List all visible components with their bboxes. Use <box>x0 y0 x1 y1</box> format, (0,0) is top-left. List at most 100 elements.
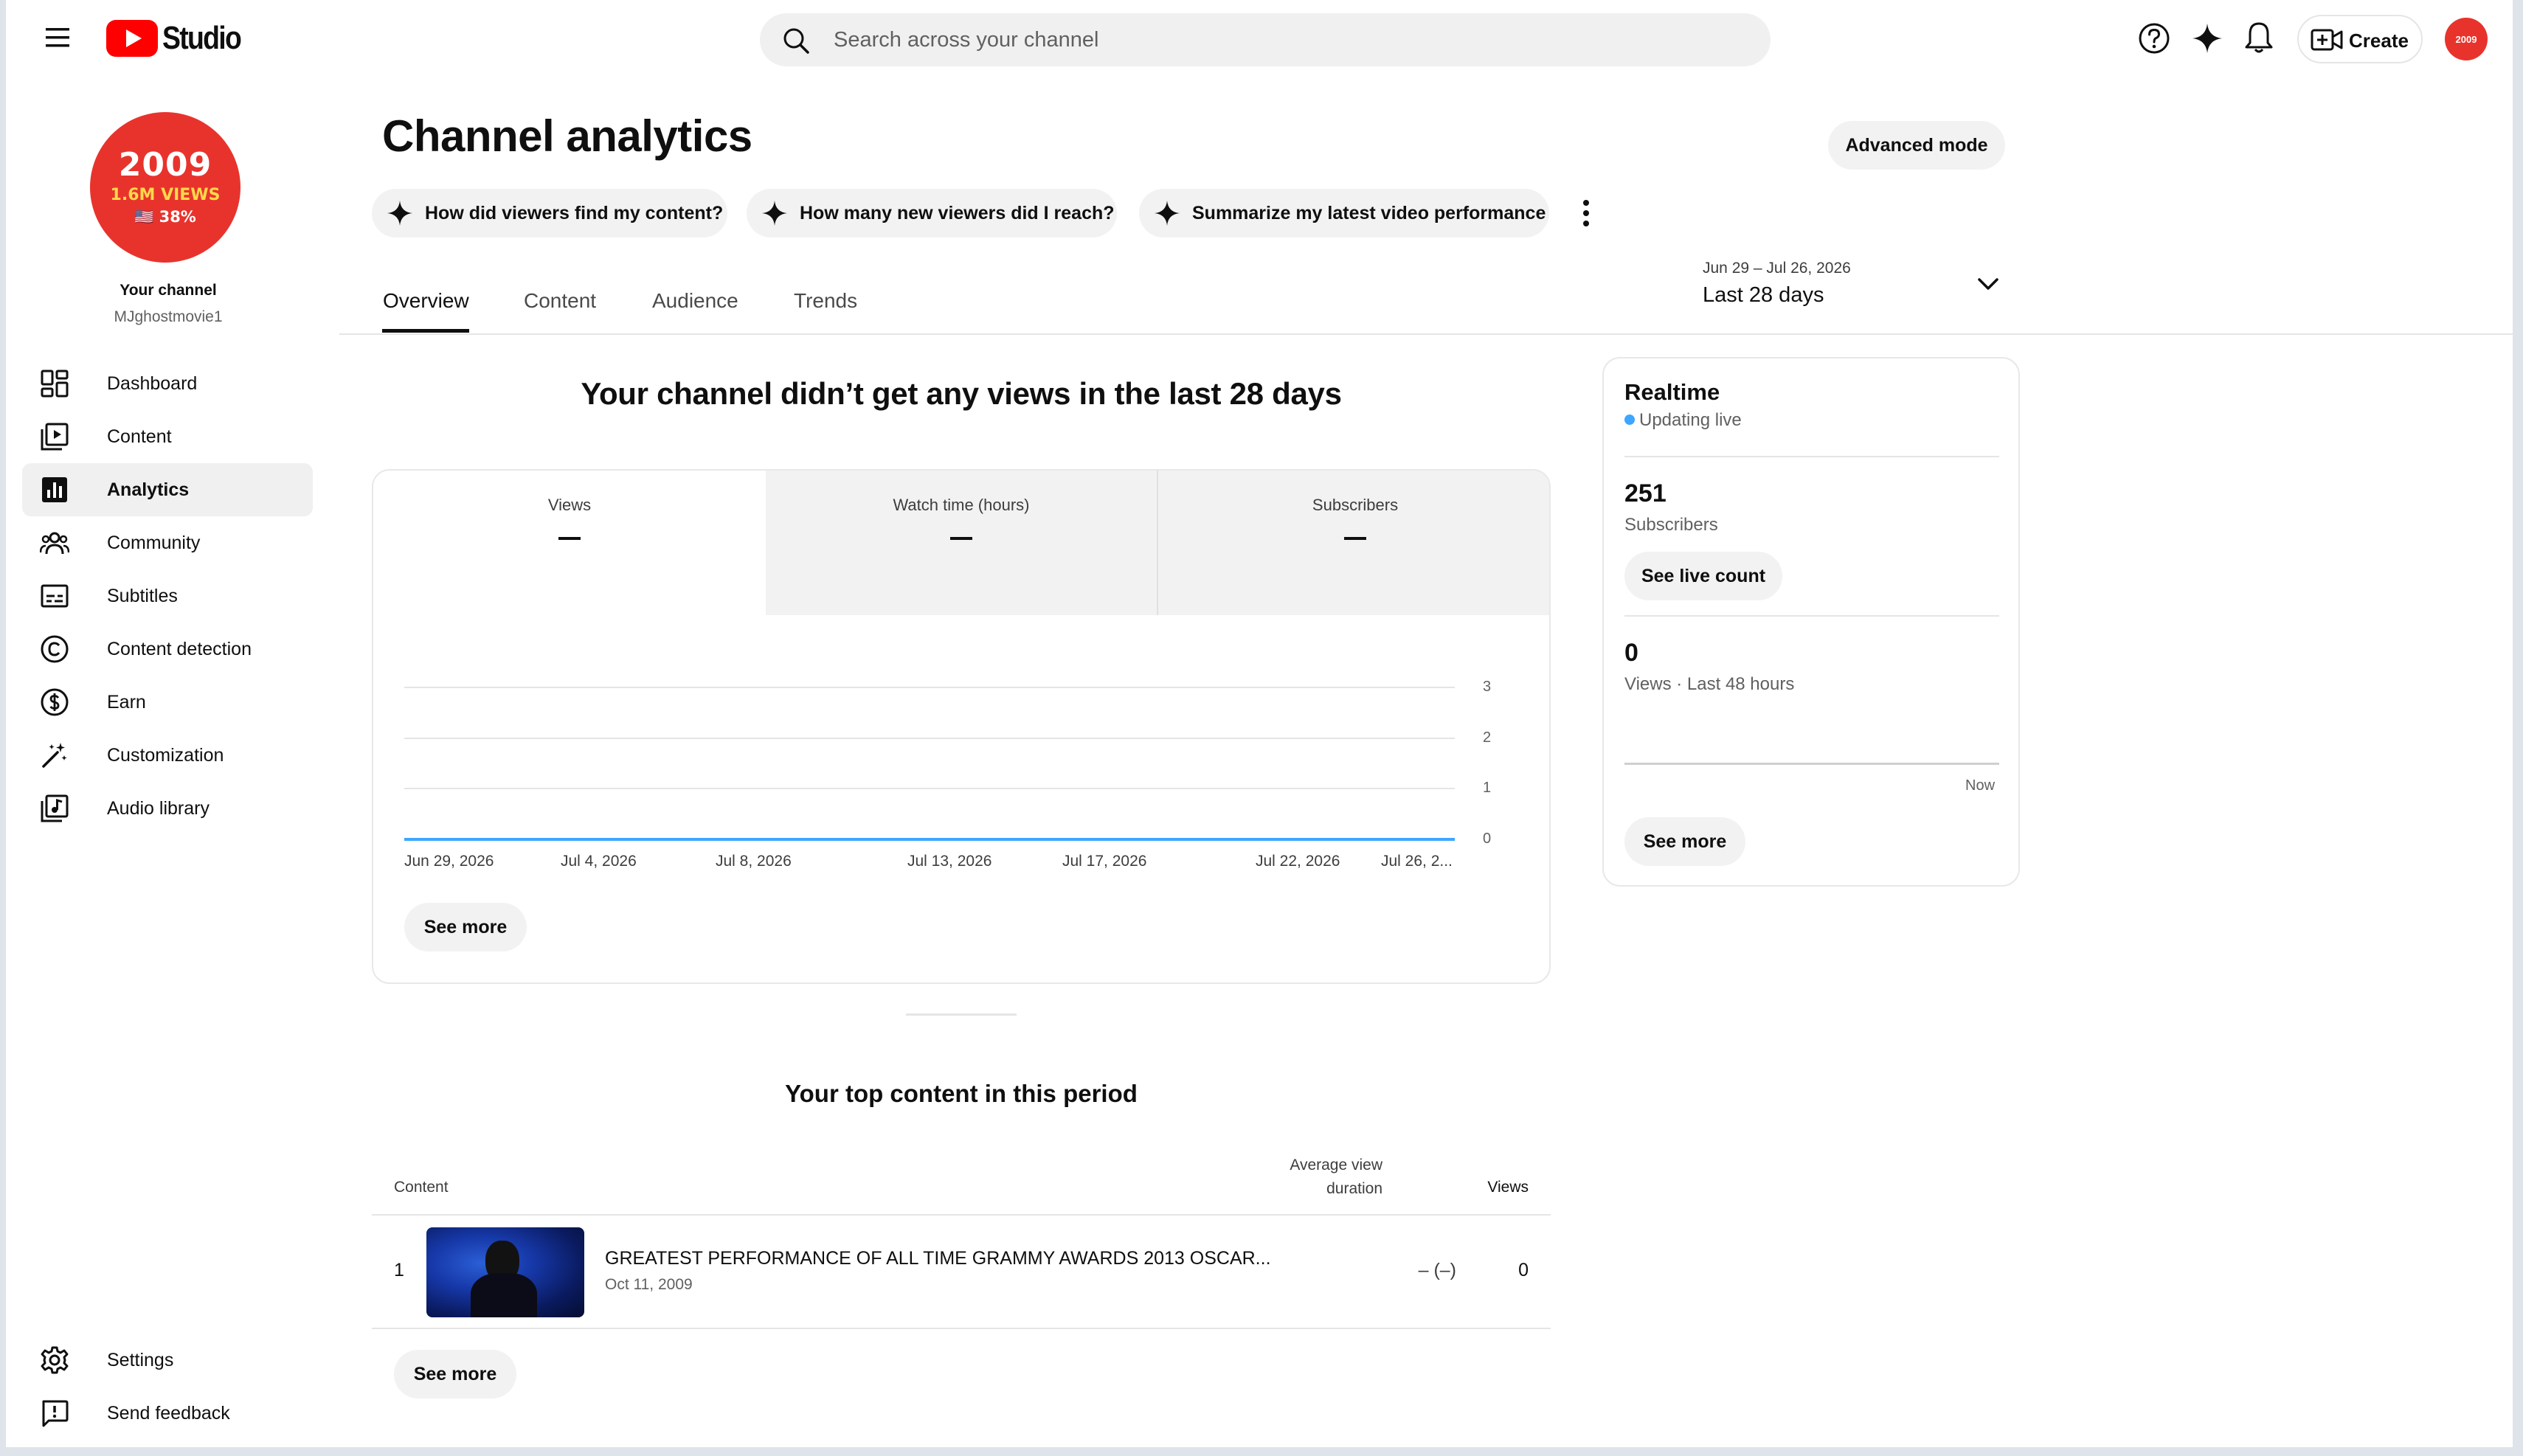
analytics-icon <box>40 475 69 505</box>
sidebar-item-label: Community <box>107 532 201 553</box>
sidebar-item-send-feedback[interactable]: Send feedback <box>22 1387 313 1440</box>
ai-chip-find-content[interactable]: How did viewers find my content? <box>372 189 727 238</box>
sidebar-item-label: Send feedback <box>107 1402 230 1424</box>
your-channel-label: Your channel <box>120 282 217 299</box>
realtime-card: Realtime Updating live 251 Subscribers S… <box>1602 357 2020 887</box>
tab-trends[interactable]: Trends <box>794 289 857 313</box>
search-input[interactable] <box>834 13 1719 66</box>
metric-value <box>558 537 581 540</box>
sidebar-item-audio-library[interactable]: Audio library <box>22 782 313 835</box>
sidebar-item-subtitles[interactable]: Subtitles <box>22 569 313 623</box>
copyright-icon <box>40 634 69 664</box>
tab-content[interactable]: Content <box>524 289 596 313</box>
sidebar-item-label: Earn <box>107 691 146 713</box>
studio-logo[interactable]: Studio <box>106 19 255 58</box>
column-header-line: Average view <box>1290 1157 1382 1174</box>
sidebar-item-customization[interactable]: Customization <box>22 729 313 782</box>
x-tick-label: Jul 4, 2026 <box>561 853 637 870</box>
advanced-mode-button[interactable]: Advanced mode <box>1828 121 2005 170</box>
sidebar-item-label: Subtitles <box>107 585 178 606</box>
chevron-down-icon <box>1976 276 2001 292</box>
metric-tab-views[interactable]: Views <box>373 471 766 615</box>
sidebar-item-community[interactable]: Community <box>22 516 313 569</box>
notifications-bell-icon[interactable] <box>2243 21 2275 55</box>
thumbnail-figure-shape <box>471 1273 537 1317</box>
video-title[interactable]: GREATEST PERFORMANCE OF ALL TIME GRAMMY … <box>605 1248 1271 1269</box>
account-avatar-text: 2009 <box>2455 33 2477 45</box>
help-icon[interactable] <box>2138 22 2170 55</box>
x-tick-label: Jul 17, 2026 <box>1062 853 1147 870</box>
x-tick-label: Jul 13, 2026 <box>907 853 992 870</box>
realtime-subscribers-label: Subscribers <box>1624 515 1718 535</box>
chip-label: Summarize my latest video performance <box>1192 202 1546 223</box>
see-live-count-button[interactable]: See live count <box>1624 552 1782 600</box>
y-tick-label: 0 <box>1483 831 1492 847</box>
ai-chip-summarize-video[interactable]: Summarize my latest video performance <box>1139 189 1549 238</box>
sidebar-item-label: Content detection <box>107 638 252 659</box>
overview-chart-card: Views Watch time (hours) Subscribers <box>372 469 1551 984</box>
y-tick-label: 1 <box>1483 780 1492 797</box>
realtime-subscribers-value: 251 <box>1624 479 1667 507</box>
x-tick-label: Jul 26, 2... <box>1381 853 1453 870</box>
overview-see-more-button[interactable]: See more <box>404 903 527 951</box>
ai-chip-new-viewers[interactable]: How many new viewers did I reach? <box>747 189 1117 238</box>
tab-divider <box>339 333 2513 335</box>
sidebar-item-settings[interactable]: Settings <box>22 1334 313 1387</box>
video-date: Oct 11, 2009 <box>605 1276 693 1293</box>
realtime-views-label: Views · Last 48 hours <box>1624 674 1795 694</box>
date-range-text: Jun 29 – Jul 26, 2026 <box>1703 260 1851 277</box>
table-row[interactable]: 1 GREATEST PERFORMANCE OF ALL TIME GRAMM… <box>372 1216 1551 1328</box>
dashboard-icon <box>40 369 69 398</box>
account-avatar[interactable]: 2009 <box>2445 18 2488 60</box>
search-bar[interactable] <box>760 13 1771 66</box>
section-divider <box>906 1013 1017 1016</box>
top-bar: Studio Create 2009 <box>6 0 2513 77</box>
sparkle-icon <box>387 200 413 226</box>
chart-gridline <box>404 788 1455 790</box>
realtime-divider <box>1624 615 1999 617</box>
y-tick-label: 3 <box>1483 679 1492 695</box>
feedback-icon <box>40 1398 69 1428</box>
ai-sparkle-icon[interactable] <box>2191 22 2223 55</box>
channel-avatar-views: 1.6M VIEWS <box>110 186 221 204</box>
live-status-dot <box>1624 415 1635 425</box>
chart-gridline <box>404 839 1455 840</box>
date-range-label: Last 28 days <box>1703 283 1824 307</box>
youtube-logo-icon <box>106 20 158 57</box>
video-thumbnail[interactable] <box>426 1227 584 1317</box>
create-button[interactable]: Create <box>2297 15 2423 63</box>
views-value: 0 <box>1518 1260 1529 1280</box>
sidebar-item-analytics[interactable]: Analytics <box>22 463 313 516</box>
x-tick-label: Jul 22, 2026 <box>1256 853 1340 870</box>
overview-headline: Your channel didn’t get any views in the… <box>581 376 1342 411</box>
audio-library-icon <box>40 794 69 823</box>
sidebar-item-dashboard[interactable]: Dashboard <box>22 357 313 410</box>
sidebar-item-content-detection[interactable]: Content detection <box>22 623 313 676</box>
metric-tab-watch-time[interactable]: Watch time (hours) <box>766 471 1158 615</box>
channel-avatar[interactable]: 2009 1.6M VIEWS 🇺🇸 38% <box>90 112 240 263</box>
date-range-selector[interactable]: Jun 29 – Jul 26, 2026 Last 28 days <box>1703 254 2012 313</box>
realtime-status: Updating live <box>1639 410 1742 430</box>
avg-view-duration-value: – (–) <box>1418 1260 1456 1280</box>
search-icon[interactable] <box>782 27 810 55</box>
column-header-average-view-duration: Average view duration <box>1231 1154 1382 1201</box>
sparkle-icon <box>1154 200 1180 226</box>
more-options-icon[interactable] <box>1582 199 1591 227</box>
add-video-icon <box>2311 28 2343 52</box>
sidebar-item-label: Content <box>107 426 172 447</box>
sidebar-item-earn[interactable]: Earn <box>22 676 313 729</box>
sidebar-item-label: Dashboard <box>107 372 198 394</box>
metric-tab-subscribers[interactable]: Subscribers <box>1158 471 1549 615</box>
active-tab-indicator <box>382 329 469 333</box>
top-content-see-more-button[interactable]: See more <box>394 1350 516 1398</box>
logo-text: Studio <box>162 20 242 56</box>
sidebar-item-label: Settings <box>107 1349 174 1370</box>
tab-audience[interactable]: Audience <box>652 289 738 313</box>
column-header-line: duration <box>1326 1180 1382 1197</box>
sidebar-item-content[interactable]: Content <box>22 410 313 463</box>
hamburger-menu-icon[interactable] <box>46 27 72 49</box>
chip-label: How did viewers find my content? <box>425 202 724 223</box>
row-rank: 1 <box>394 1260 404 1280</box>
tab-overview[interactable]: Overview <box>383 289 469 313</box>
realtime-see-more-button[interactable]: See more <box>1624 817 1745 866</box>
